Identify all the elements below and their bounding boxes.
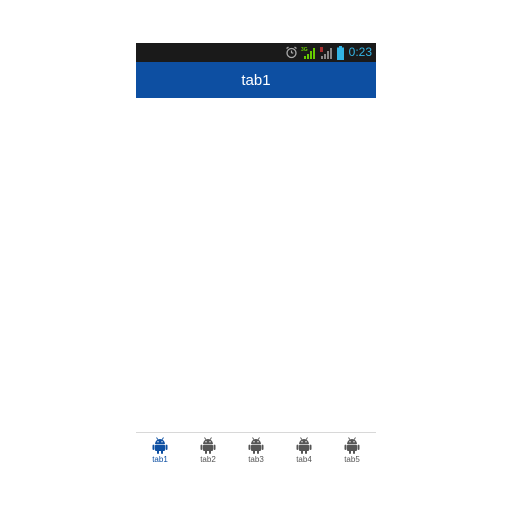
battery-icon	[336, 45, 344, 60]
bottom-tab-bar: tab1 tab2 tab3 tab4 tab5	[136, 432, 376, 470]
action-bar: tab1	[136, 62, 376, 98]
signal-3g-icon: 3G	[301, 46, 317, 60]
signal-icon	[319, 46, 334, 60]
tab-label: tab4	[296, 455, 312, 464]
android-icon	[200, 437, 216, 454]
tab-tab1[interactable]: tab1	[136, 433, 184, 470]
status-time: 0:23	[348, 45, 372, 59]
status-icons: 3G 0:23	[285, 43, 372, 62]
tab-label: tab1	[152, 455, 168, 464]
tab-tab4[interactable]: tab4	[280, 433, 328, 470]
tab-label: tab3	[248, 455, 264, 464]
page-title: tab1	[241, 71, 271, 89]
content-area	[136, 98, 376, 432]
network-type-label: 3G	[301, 47, 308, 53]
android-icon	[248, 437, 264, 454]
tab-label: tab5	[344, 455, 360, 464]
alarm-icon	[285, 46, 298, 59]
tab-label: tab2	[200, 455, 216, 464]
status-bar: 3G 0:23	[136, 43, 376, 62]
android-icon	[344, 437, 360, 454]
phone-screen: 3G 0:23 tab1 tab1 tab2 tab3 tab4 tab5	[136, 43, 376, 470]
tab-tab5[interactable]: tab5	[328, 433, 376, 470]
android-icon	[152, 437, 168, 454]
tab-tab2[interactable]: tab2	[184, 433, 232, 470]
android-icon	[296, 437, 312, 454]
tab-tab3[interactable]: tab3	[232, 433, 280, 470]
